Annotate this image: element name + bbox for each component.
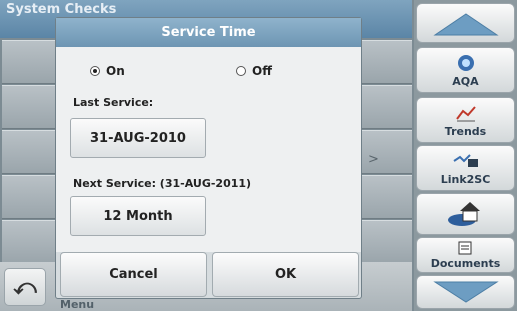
background-title: System Checks bbox=[6, 2, 117, 17]
back-button[interactable]: ⤺ bbox=[4, 268, 46, 306]
scroll-down-button[interactable] bbox=[416, 275, 515, 309]
cancel-button[interactable]: Cancel bbox=[60, 252, 207, 297]
trends-icon bbox=[417, 103, 514, 123]
sidebar-item-link2sc[interactable]: Link2SC bbox=[416, 145, 515, 191]
dialog-title: Service Time bbox=[56, 18, 361, 47]
next-service-button[interactable]: 12 Month bbox=[70, 196, 206, 236]
scroll-up-button[interactable] bbox=[416, 3, 515, 43]
sidebar-item-aqa[interactable]: AQA bbox=[416, 47, 515, 93]
sidebar-item-label: AQA bbox=[452, 75, 479, 88]
home-icon bbox=[417, 198, 514, 228]
next-service-label: Next Service: (31-AUG-2011) bbox=[73, 177, 252, 190]
aqa-icon bbox=[417, 53, 514, 73]
radio-off[interactable]: Off bbox=[236, 64, 272, 78]
back-arrow-icon: ⤺ bbox=[13, 274, 37, 300]
arrow-down-icon bbox=[432, 281, 499, 303]
ok-button[interactable]: OK bbox=[212, 252, 359, 297]
last-service-button[interactable]: 31-AUG-2010 bbox=[70, 118, 206, 158]
radio-on-label: On bbox=[106, 64, 125, 78]
sidebar-item-label: Link2SC bbox=[440, 173, 491, 186]
sidebar-item-documents[interactable]: Documents bbox=[416, 237, 515, 273]
documents-icon bbox=[417, 240, 514, 256]
radio-selected-icon bbox=[90, 66, 100, 76]
menu-label: Menu bbox=[60, 298, 95, 311]
radio-off-label: Off bbox=[252, 64, 272, 78]
link2sc-icon bbox=[417, 151, 514, 171]
sidebar-item-label: Documents bbox=[430, 257, 501, 270]
arrow-up-icon bbox=[432, 13, 499, 36]
sidebar-item-trends[interactable]: Trends bbox=[416, 97, 515, 143]
last-service-label: Last Service: bbox=[73, 96, 154, 109]
home-button[interactable] bbox=[416, 193, 515, 235]
row-chevron-icon: > bbox=[368, 152, 379, 167]
radio-on[interactable]: On bbox=[90, 64, 125, 78]
sidebar-item-label: Trends bbox=[444, 125, 487, 138]
radio-unselected-icon bbox=[236, 66, 246, 76]
